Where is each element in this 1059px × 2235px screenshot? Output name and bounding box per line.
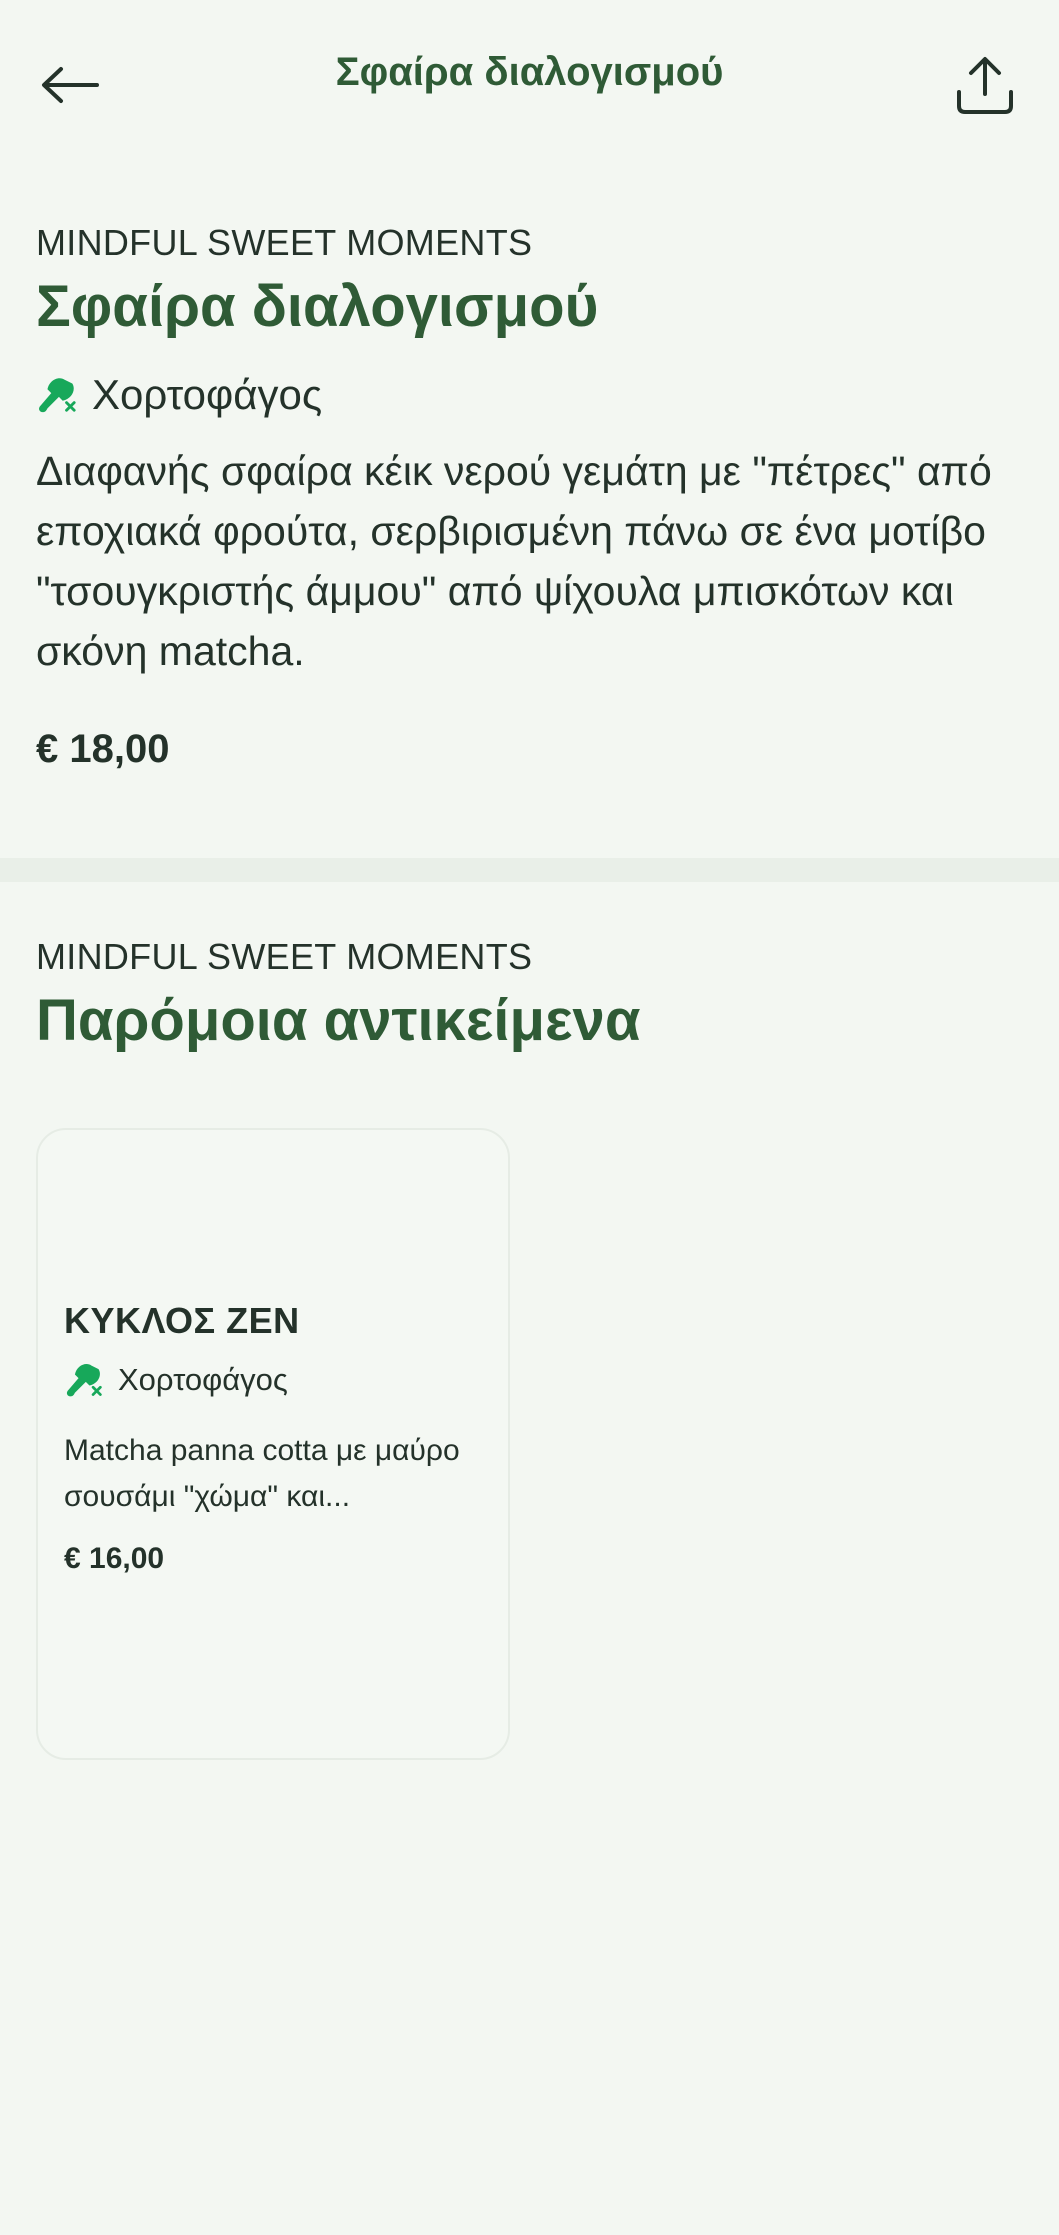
- similar-heading: Παρόμοια αντικείμενα: [36, 988, 641, 1053]
- item-category: MINDFUL SWEET MOMENTS: [36, 222, 533, 263]
- item-price: € 18,00: [36, 726, 170, 771]
- card-diet-label: Χορτοφάγος: [118, 1362, 288, 1397]
- share-icon: [957, 57, 1013, 114]
- card-diet-tag: Χορτοφάγος: [64, 1360, 494, 1400]
- share-button[interactable]: [945, 46, 1025, 126]
- section-divider: [0, 858, 1059, 882]
- similar-category: MINDFUL SWEET MOMENTS: [36, 936, 533, 977]
- arrow-left-icon: [42, 67, 99, 103]
- card-title: ΚΥΚΛΟΣ ΖΕΝ: [64, 1300, 300, 1341]
- back-button[interactable]: [30, 50, 110, 120]
- vegetarian-icon: [66, 1364, 102, 1397]
- diet-label: Χορτοφάγος: [92, 370, 323, 418]
- similar-items-section: MINDFUL SWEET MOMENTS Παρόμοια αντικείμε…: [36, 936, 1026, 1055]
- card-description: Matcha panna cotta με μαύρο σουσάμι "χώμ…: [64, 1434, 460, 1513]
- vegetarian-icon: [39, 377, 76, 412]
- top-bar: Σφαίρα διαλογισμού: [0, 0, 1059, 160]
- diet-tag: Χορτοφάγος: [36, 371, 1026, 419]
- item-title: Σφαίρα διαλογισμού: [36, 274, 599, 339]
- card-price: € 16,00: [64, 1542, 165, 1575]
- page-title: Σφαίρα διαλογισμού: [335, 50, 724, 94]
- item-details: MINDFUL SWEET MOMENTS Σφαίρα διαλογισμού…: [36, 222, 1026, 772]
- similar-item-card[interactable]: ΚΥΚΛΟΣ ΖΕΝ Χορτοφάγος Matcha panna cotta…: [36, 1128, 510, 1760]
- item-description: Διαφανής σφαίρα κέικ νερού γεμάτη με "πέ…: [36, 447, 992, 674]
